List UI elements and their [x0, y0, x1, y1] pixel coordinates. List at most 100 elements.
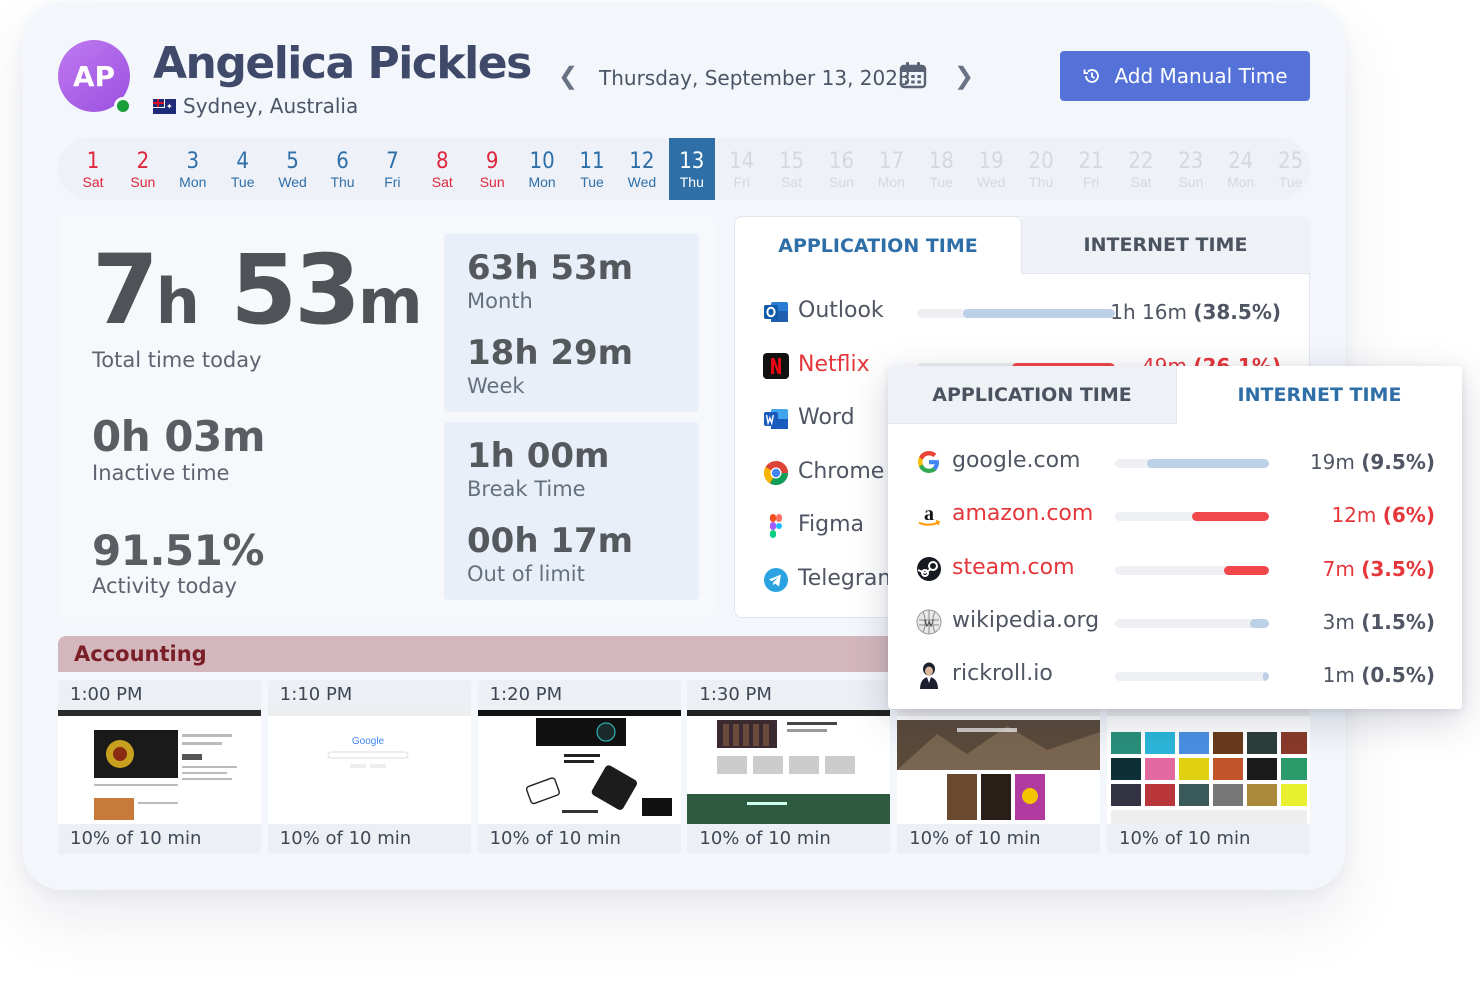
- app-name[interactable]: Figma: [798, 512, 864, 537]
- screenshot-activity: 10% of 10 min: [279, 828, 412, 849]
- day-of-week: Fri: [384, 174, 401, 190]
- day-1[interactable]: 1 Sat: [70, 138, 116, 200]
- screenshot-card[interactable]: 1:20 PM 10% of 10 min: [477, 680, 681, 854]
- day-number: 12: [629, 149, 655, 174]
- app-name[interactable]: Chrome: [798, 459, 884, 484]
- day-of-week: Tue: [1278, 174, 1303, 190]
- app-name[interactable]: Word: [798, 405, 855, 430]
- day-of-week: Sat: [1130, 174, 1152, 190]
- site-name[interactable]: steam.com: [952, 555, 1075, 580]
- screenshot-thumbnail[interactable]: Google: [267, 710, 471, 824]
- site-usage-bar: [1115, 672, 1269, 682]
- site-usage-bar: [1115, 459, 1269, 468]
- australia-flag-icon: [153, 98, 176, 114]
- day-number: 18: [928, 149, 954, 174]
- screenshot-card[interactable]: 1:00 PM 10% of 10 min: [58, 680, 261, 854]
- break-time-value: 1h 00m: [467, 436, 610, 476]
- screenshot-thumbnail[interactable]: [687, 710, 891, 824]
- screenshot-card[interactable]: 1:10 PM Google 10% of 10 min: [267, 680, 471, 854]
- day-5[interactable]: 5 Wed: [270, 138, 316, 200]
- online-status-dot: [114, 97, 132, 115]
- day-of-week: Wed: [278, 174, 307, 190]
- calendar-icon[interactable]: [899, 61, 927, 89]
- add-manual-time-button[interactable]: Add Manual Time: [1060, 51, 1310, 101]
- month-value: 63h 53m: [467, 248, 634, 288]
- site-usage-bar: [1115, 512, 1269, 522]
- tab-internet-time[interactable]: INTERNET TIME: [1021, 216, 1310, 274]
- screenshot-thumbnail[interactable]: [477, 710, 681, 824]
- word-icon: [762, 405, 790, 433]
- day-number: 3: [186, 149, 200, 174]
- day-8[interactable]: 8 Sat: [419, 138, 465, 200]
- site-time: 3m (1.5%): [1322, 609, 1435, 634]
- day-18: 18 Tue: [918, 138, 964, 200]
- day-number: 8: [436, 149, 449, 174]
- day-of-week: Thu: [679, 174, 704, 190]
- site-name[interactable]: rickroll.io: [952, 661, 1053, 686]
- screenshot-time: 1:10 PM: [279, 684, 353, 705]
- day-3[interactable]: 3 Mon: [170, 138, 216, 200]
- week-label: Week: [467, 374, 525, 398]
- day-6[interactable]: 6 Thu: [320, 138, 366, 200]
- day-13[interactable]: 13 Thu: [668, 138, 715, 200]
- day-number: 1: [86, 149, 100, 174]
- day-12[interactable]: 12 Wed: [619, 138, 665, 200]
- screenshot-thumbnail[interactable]: [1107, 710, 1310, 824]
- day-number: 5: [286, 149, 299, 174]
- outlook-icon: [762, 298, 790, 326]
- day-11[interactable]: 11 Tue: [569, 138, 615, 200]
- day-10[interactable]: 10 Mon: [519, 138, 565, 200]
- inactive-time-label: Inactive time: [92, 461, 230, 485]
- popup-tab-internet-time[interactable]: INTERNET TIME: [1176, 366, 1462, 424]
- day-22: 22 Sat: [1118, 138, 1164, 200]
- app-name[interactable]: Outlook: [798, 298, 884, 323]
- day-number: 25: [1278, 149, 1304, 174]
- day-25: 25 Tue: [1268, 138, 1310, 200]
- site-name[interactable]: amazon.com: [952, 501, 1093, 526]
- day-2[interactable]: 2 Sun: [120, 138, 166, 200]
- site-name[interactable]: google.com: [952, 448, 1080, 473]
- app-name[interactable]: Netflix: [798, 352, 870, 377]
- day-of-week: Sun: [829, 174, 854, 190]
- add-manual-time-label: Add Manual Time: [1114, 64, 1288, 88]
- day-4[interactable]: 4 Tue: [220, 138, 266, 200]
- total-time-label: Total time today: [92, 348, 262, 372]
- internet-time-popup: APPLICATION TIME INTERNET TIME google.co…: [888, 366, 1462, 709]
- day-9[interactable]: 9 Sun: [469, 138, 515, 200]
- day-15: 15 Sat: [769, 138, 815, 200]
- screenshot-time: 1:20 PM: [489, 684, 563, 705]
- day-number: 10: [529, 149, 555, 174]
- tab-application-time[interactable]: APPLICATION TIME: [734, 216, 1022, 274]
- site-time: 12m (6%): [1331, 503, 1435, 528]
- screenshot-thumbnail[interactable]: [897, 710, 1101, 824]
- amazon-icon: a: [915, 501, 943, 529]
- project-name: Accounting: [74, 642, 207, 666]
- activity-label: Activity today: [92, 574, 237, 598]
- day-number: 7: [386, 149, 399, 174]
- popup-tab-application-time[interactable]: APPLICATION TIME: [888, 366, 1176, 424]
- site-usage-bar: [1115, 618, 1269, 628]
- screenshot-time: 1:30 PM: [699, 684, 772, 705]
- day-number: 16: [828, 149, 855, 174]
- day-number: 13: [679, 149, 705, 174]
- app-usage-fill: [963, 309, 1115, 318]
- screenshot-card[interactable]: 1:30 PM 10% of 10 min: [687, 680, 891, 854]
- screenshot-thumbnail[interactable]: [58, 710, 261, 824]
- app-name[interactable]: Telegram: [798, 566, 899, 591]
- day-of-week: Sat: [82, 174, 104, 190]
- week-value: 18h 29m: [467, 333, 634, 373]
- day-of-week: Mon: [1227, 174, 1255, 190]
- previous-date-button[interactable]: ❮: [558, 62, 578, 91]
- user-name: Angelica Pickles: [153, 38, 532, 89]
- next-date-button[interactable]: ❯: [954, 62, 974, 91]
- site-name[interactable]: wikipedia.org: [952, 608, 1099, 633]
- day-number: 21: [1078, 149, 1104, 174]
- avatar-initials: AP: [72, 59, 116, 93]
- svg-text:W: W: [924, 618, 935, 630]
- day-20: 20 Thu: [1018, 138, 1064, 200]
- day-7[interactable]: 7 Fri: [369, 138, 415, 200]
- svg-text:Google: Google: [352, 736, 385, 747]
- day-of-week: Sat: [431, 174, 453, 190]
- telegram-icon: [762, 566, 790, 594]
- day-23: 23 Sun: [1168, 138, 1214, 200]
